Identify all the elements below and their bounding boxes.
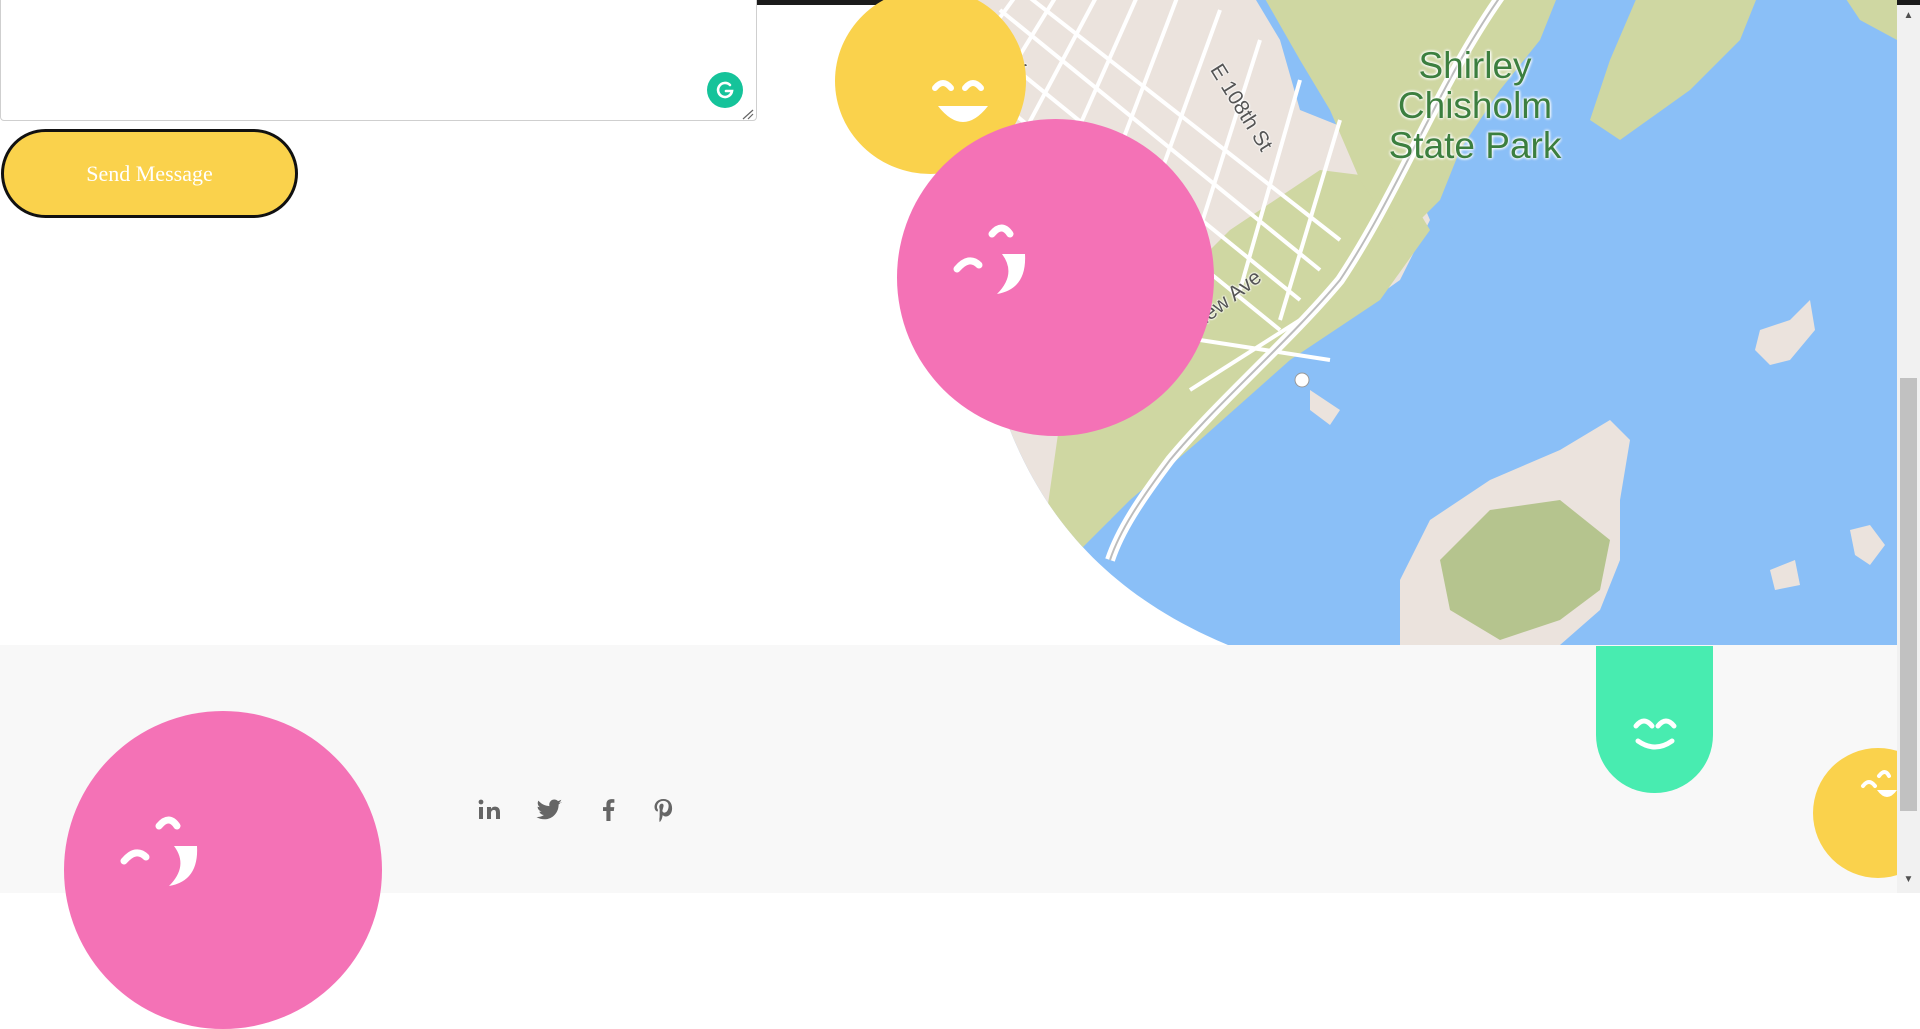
scrollbar-thumb[interactable] xyxy=(1900,378,1917,811)
facebook-icon[interactable] xyxy=(596,797,622,823)
park-name-label: Shirley Chisholm State Park xyxy=(1388,45,1562,166)
pinterest-icon[interactable] xyxy=(650,797,676,823)
twitter-icon[interactable] xyxy=(536,797,562,823)
street-label-e108: E 108th St xyxy=(1205,60,1277,156)
mint-smiley-blob-footer xyxy=(1596,646,1713,793)
message-textarea[interactable] xyxy=(0,0,757,121)
resize-grip-icon[interactable] xyxy=(741,108,755,120)
smiley-face-icon xyxy=(120,816,198,886)
pink-smiley-blob-footer xyxy=(64,711,382,1029)
scroll-down-arrow-icon[interactable]: ▼ xyxy=(1900,871,1917,888)
scroll-up-arrow-icon[interactable]: ▲ xyxy=(1900,7,1917,24)
send-message-button[interactable]: Send Message xyxy=(1,129,298,218)
pink-smiley-blob-map xyxy=(897,119,1214,436)
smiley-face-icon xyxy=(953,224,1026,294)
smiley-face-icon xyxy=(1633,718,1677,750)
grammarly-icon[interactable] xyxy=(707,72,743,108)
linkedin-icon[interactable] xyxy=(477,797,503,823)
